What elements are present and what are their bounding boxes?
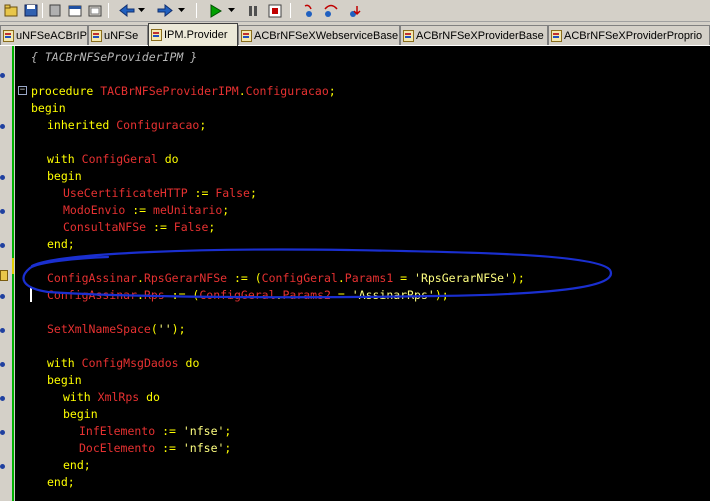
code-line: inherited Configuracao;: [47, 118, 207, 132]
step-over-icon[interactable]: [322, 2, 340, 19]
unsaved-line-marker: [12, 258, 14, 274]
fold-collapse-icon[interactable]: −: [18, 86, 27, 95]
tab-label: IPM.Provider: [164, 29, 228, 41]
step-into-icon[interactable]: [300, 2, 318, 19]
breakpoint-line-marker[interactable]: [0, 328, 5, 333]
tab-label: ACBrNFSeXProviderProprio: [564, 29, 703, 42]
code-line-highlighted: ConfigAssinar.RpsGerarNFSe := (ConfigGer…: [47, 271, 525, 285]
unit-file-icon: [241, 29, 252, 42]
pause-icon[interactable]: [244, 2, 262, 19]
editor-tab-bar: uNFSeACBrIPM uNFSe IPM.Provider ACBrNFSe…: [0, 22, 710, 46]
code-line: ModoEnvio := meUnitario;: [63, 203, 230, 217]
code-line: SetXmlNameSpace('');: [47, 322, 186, 336]
code-line: begin: [47, 373, 82, 387]
breakpoint-line-marker[interactable]: [0, 243, 5, 248]
text-caret: [30, 288, 32, 302]
code-line: ConsultaNFSe := False;: [63, 220, 216, 234]
new-form-icon[interactable]: [66, 2, 84, 19]
breakpoint-line-marker[interactable]: [0, 73, 5, 78]
save-icon[interactable]: [22, 2, 40, 19]
stop-icon[interactable]: [266, 2, 284, 19]
open-icon[interactable]: [2, 2, 20, 19]
breakpoint-line-marker[interactable]: [0, 209, 5, 214]
code-line: with ConfigGeral do: [47, 152, 179, 166]
save-all-icon[interactable]: [46, 2, 64, 19]
code-line: DocElemento := 'nfse';: [79, 441, 232, 455]
ide-toolbar: [0, 0, 710, 22]
toggle-icon[interactable]: [86, 2, 104, 19]
code-line: end;: [47, 475, 75, 489]
forward-dropdown-icon[interactable]: [176, 2, 186, 19]
code-line: with XmlRps do: [63, 390, 160, 404]
unit-file-icon: [403, 29, 414, 42]
code-line: InfElemento := 'nfse';: [79, 424, 232, 438]
unit-file-icon: [151, 29, 162, 41]
code-line: begin: [47, 169, 82, 183]
unit-file-icon: [3, 29, 14, 42]
breakpoint-line-marker[interactable]: [0, 430, 5, 435]
back-icon[interactable]: [118, 2, 136, 19]
unit-file-icon: [551, 29, 562, 42]
trace-icon[interactable]: [346, 2, 364, 19]
code-line: end;: [63, 458, 91, 472]
tab-ipm-provider[interactable]: IPM.Provider: [148, 23, 238, 46]
breakpoint-line-marker[interactable]: [0, 396, 5, 401]
tab-unfseacbripm[interactable]: uNFSeACBrIPM: [0, 25, 88, 45]
tab-acbrnfsexwebservicebase[interactable]: ACBrNFSeXWebserviceBase: [238, 25, 400, 45]
code-line: UseCertificateHTTP := False;: [63, 186, 257, 200]
code-line: ConfigAssinar.Rps := (ConfigGeral.Params…: [47, 288, 449, 302]
run-icon[interactable]: [206, 2, 224, 19]
tab-label: ACBrNFSeXWebserviceBase: [254, 29, 399, 42]
tab-unfse[interactable]: uNFSe: [88, 25, 148, 45]
breakpoint-line-marker[interactable]: [0, 124, 5, 129]
breakpoint-line-marker[interactable]: [0, 464, 5, 469]
breakpoint-line-marker[interactable]: [0, 175, 5, 180]
code-line: begin: [31, 101, 66, 115]
breakpoint-line-marker[interactable]: [0, 362, 5, 367]
bookmark-icon[interactable]: [0, 270, 8, 281]
code-line: { TACBrNFSeProviderIPM }: [31, 50, 198, 64]
run-dropdown-icon[interactable]: [226, 2, 236, 19]
code-line: with ConfigMsgDados do: [47, 356, 200, 370]
code-line: begin: [63, 407, 98, 421]
tab-acbrnfsexproviderproprio[interactable]: ACBrNFSeXProviderProprio: [548, 25, 710, 45]
forward-icon[interactable]: [156, 2, 174, 19]
tab-label: ACBrNFSeXProviderBase: [416, 29, 544, 42]
tab-label: uNFSeACBrIPM: [16, 29, 87, 42]
unit-file-icon: [91, 29, 102, 42]
code-line: procedure TACBrNFSeProviderIPM.Configura…: [31, 84, 336, 98]
code-editor[interactable]: − { TACBrNFSeProviderIPM } procedure TAC…: [15, 46, 710, 501]
back-dropdown-icon[interactable]: [136, 2, 146, 19]
tab-acbrnfsexproviderbase[interactable]: ACBrNFSeXProviderBase: [400, 25, 548, 45]
breakpoint-line-marker[interactable]: [0, 294, 5, 299]
code-line: end;: [47, 237, 75, 251]
tab-label: uNFSe: [104, 29, 139, 42]
